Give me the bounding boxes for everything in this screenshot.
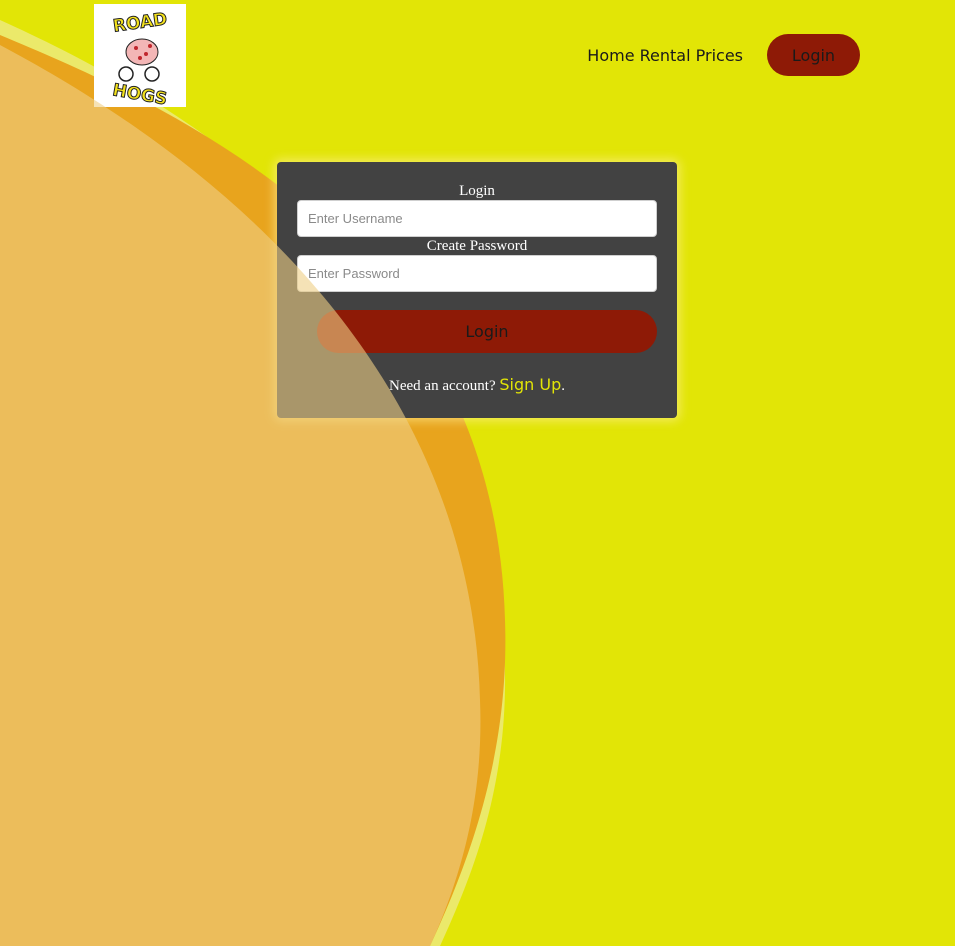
foreground-peach-wave xyxy=(0,45,481,946)
signup-prompt-line: Need an account? Sign Up. xyxy=(297,375,657,395)
top-nav: Home Rental Prices Login xyxy=(587,34,860,76)
wave-light-yellow xyxy=(0,20,506,946)
svg-text:HOGS: HOGS xyxy=(111,80,169,107)
password-input[interactable] xyxy=(297,255,657,292)
login-card: Login Create Password Login Need an acco… xyxy=(277,162,677,418)
signup-prompt-text: Need an account? xyxy=(389,378,496,394)
signup-suffix: . xyxy=(561,378,565,394)
login-submit-button[interactable]: Login xyxy=(317,310,657,353)
background-waves xyxy=(0,20,506,946)
username-label: Login xyxy=(459,183,495,199)
page: ROAD HOGS Home Rental Prices Login Login… xyxy=(0,0,955,946)
svg-text:ROAD: ROAD xyxy=(112,9,169,36)
username-input[interactable] xyxy=(297,200,657,237)
nav-login-button[interactable]: Login xyxy=(767,34,860,76)
nav-home-rental-prices-link[interactable]: Home Rental Prices xyxy=(587,46,743,65)
password-label: Create Password xyxy=(426,238,528,254)
road-hogs-logo[interactable]: ROAD HOGS xyxy=(94,4,186,107)
signup-link[interactable]: Sign Up xyxy=(499,375,561,394)
